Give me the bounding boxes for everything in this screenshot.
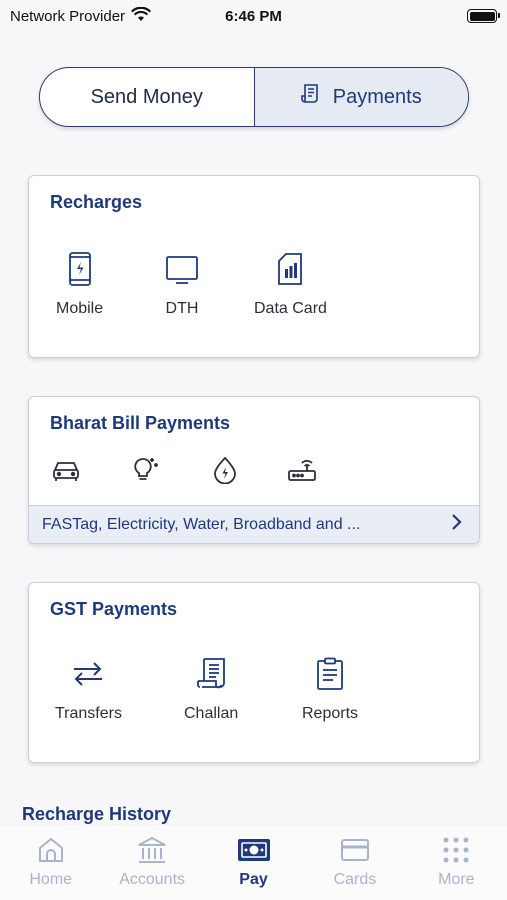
recharges-card: Recharges Mobile DTH Data Card [28, 175, 480, 358]
bottom-nav: Home Accounts Pay Cards More [0, 826, 507, 900]
status-bar: Network Provider 6:46 PM [0, 0, 507, 32]
gst-reports[interactable]: Reports [302, 657, 358, 723]
car-icon[interactable] [51, 455, 81, 485]
reports-icon [313, 657, 347, 691]
bharat-bill-payments-card: Bharat Bill Payments FASTag, Electricity… [28, 396, 480, 544]
nav-accounts[interactable]: Accounts [101, 826, 202, 900]
receipt-icon [300, 83, 321, 111]
nav-pay-label: Pay [239, 871, 268, 888]
gst-transfers[interactable]: Transfers [55, 657, 122, 723]
challan-icon [194, 657, 228, 691]
reports-label: Reports [302, 705, 359, 722]
dth-label: DTH [165, 300, 199, 317]
grid-icon [443, 834, 469, 866]
recharges-title: Recharges [50, 192, 143, 212]
sim-card-icon [273, 252, 307, 286]
carrier-label: Network Provider [10, 7, 126, 25]
mobile-label: Mobile [56, 300, 104, 317]
nav-more[interactable]: More [406, 826, 507, 900]
payments-tab[interactable]: Payments [253, 68, 468, 126]
payment-mode-segment: Send Money Payments [39, 67, 469, 127]
recharge-history-title: Recharge History [22, 804, 172, 824]
bharat-bill-footer-text: FASTag, Electricity, Water, Broadband an… [42, 515, 361, 533]
nav-home[interactable]: Home [0, 826, 101, 900]
wifi-icon [131, 6, 152, 26]
battery-icon [467, 9, 500, 23]
nav-cards[interactable]: Cards [304, 826, 405, 900]
recharge-mobile[interactable]: Mobile [56, 252, 103, 318]
chevron-right-icon [451, 513, 463, 536]
nav-cards-label: Cards [333, 871, 377, 888]
recharge-dth[interactable]: DTH [165, 252, 199, 318]
challan-label: Challan [184, 705, 239, 722]
card-icon [340, 834, 370, 866]
bulb-icon[interactable] [130, 455, 160, 485]
send-money-label: Send Money [90, 85, 203, 108]
send-money-tab[interactable]: Send Money [40, 68, 254, 126]
data-card-label: Data Card [254, 300, 327, 317]
payments-label: Payments [332, 85, 422, 108]
router-icon[interactable] [287, 455, 317, 485]
bharat-bill-footer-link[interactable]: FASTag, Electricity, Water, Broadband an… [29, 505, 479, 543]
gst-payments-card: GST Payments Transfers Challan Reports [28, 582, 480, 763]
bank-icon [137, 834, 167, 866]
gst-challan[interactable]: Challan [184, 657, 238, 723]
nav-pay[interactable]: Pay [203, 826, 304, 900]
transfers-label: Transfers [55, 705, 122, 722]
recharge-data-card[interactable]: Data Card [254, 252, 327, 318]
nav-more-label: More [438, 871, 475, 888]
nav-home-label: Home [29, 871, 73, 888]
status-left: Network Provider [10, 6, 152, 26]
nav-accounts-label: Accounts [119, 871, 186, 888]
bharat-bill-title: Bharat Bill Payments [50, 413, 231, 433]
home-icon [37, 834, 65, 866]
water-drop-icon[interactable] [210, 455, 240, 485]
tv-icon [165, 252, 199, 286]
pay-icon [237, 834, 271, 866]
gst-title: GST Payments [50, 599, 178, 619]
mobile-icon [63, 252, 97, 286]
transfer-icon [71, 657, 105, 691]
